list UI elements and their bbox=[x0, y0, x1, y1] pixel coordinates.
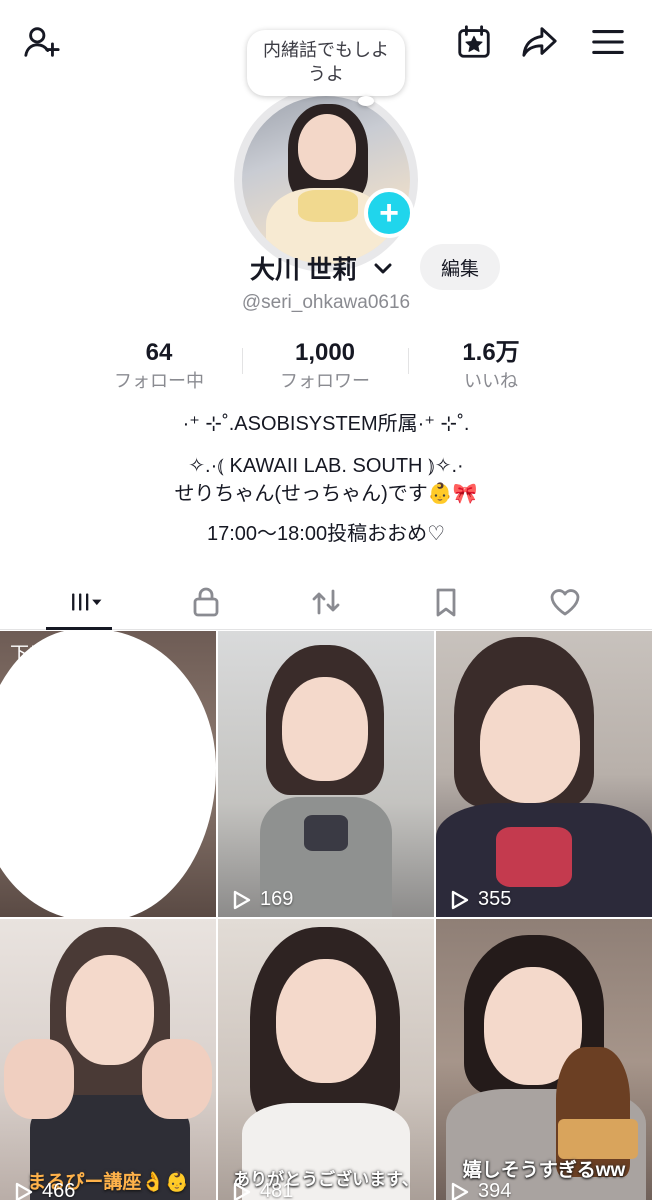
play-icon bbox=[451, 1182, 469, 1200]
view-count: 394 bbox=[448, 1180, 511, 1200]
bio-line-3: せりちゃん(せっちゃん)です👶🎀 bbox=[174, 483, 478, 505]
tab-reposts[interactable] bbox=[296, 580, 356, 624]
stat-followers[interactable]: 1,000 フォロワー bbox=[242, 338, 408, 394]
video-tile[interactable]: 355 bbox=[436, 631, 652, 917]
view-count-value: 355 bbox=[478, 888, 512, 910]
video-tile[interactable]: まるぴー講座👌👶 466 bbox=[0, 919, 216, 1200]
view-count-value: 394 bbox=[478, 1180, 512, 1200]
video-grid: 下書き 169 355 まるぴー講座👌👶 bbox=[0, 631, 652, 1200]
view-count: 481 bbox=[230, 1180, 293, 1200]
note-bubble[interactable]: 内緒話でもしようよ bbox=[247, 30, 405, 96]
bubble-tail bbox=[358, 96, 374, 106]
followers-label: フォロワー bbox=[280, 371, 370, 391]
repost-icon bbox=[312, 589, 340, 615]
play-icon bbox=[233, 1182, 251, 1200]
following-label: フォロー中 bbox=[114, 371, 204, 391]
profile-stats: 64 フォロー中 1,000 フォロワー 1.6万 いいね bbox=[76, 338, 576, 398]
view-count-value: 481 bbox=[260, 1180, 294, 1200]
add-friend-icon[interactable] bbox=[22, 22, 62, 62]
following-count: 64 bbox=[145, 339, 173, 366]
hamburger-menu-icon[interactable] bbox=[588, 22, 628, 62]
video-tile[interactable]: ありがとうございます、 481 bbox=[218, 919, 434, 1200]
heart-icon bbox=[550, 589, 580, 616]
bookmark-icon bbox=[436, 588, 456, 617]
view-count: 169 bbox=[230, 888, 293, 911]
video-caption: 嬉しそうすぎるww bbox=[462, 1160, 626, 1181]
followers-count: 1,000 bbox=[294, 339, 356, 366]
view-count: 355 bbox=[448, 888, 511, 911]
view-count-value: 466 bbox=[42, 1180, 76, 1200]
stat-likes[interactable]: 1.6万 いいね bbox=[408, 338, 574, 394]
name-row: 大川 世莉 編集 bbox=[0, 244, 652, 294]
play-icon bbox=[233, 890, 251, 909]
add-story-plus-icon[interactable]: + bbox=[364, 188, 414, 238]
grid-bars-icon bbox=[72, 593, 102, 611]
redaction-blob bbox=[0, 631, 216, 917]
edit-profile-button[interactable]: 編集 bbox=[420, 244, 500, 290]
share-arrow-icon[interactable] bbox=[520, 22, 560, 62]
bio-line-4: 17:00〜18:00投稿おおめ♡ bbox=[206, 523, 446, 545]
lock-icon bbox=[193, 587, 219, 617]
avatar-photo bbox=[242, 96, 410, 264]
tab-private[interactable] bbox=[176, 580, 236, 624]
video-tile[interactable]: 嬉しそうすぎるww 394 bbox=[436, 919, 652, 1200]
active-tab-indicator bbox=[46, 627, 112, 630]
likes-count: 1.6万 bbox=[462, 339, 520, 366]
view-count-value: 169 bbox=[260, 888, 294, 910]
view-count: 466 bbox=[12, 1180, 75, 1200]
play-icon bbox=[451, 890, 469, 909]
content-tabs bbox=[0, 572, 652, 630]
tab-videos[interactable] bbox=[55, 580, 117, 624]
tab-liked[interactable] bbox=[535, 580, 595, 624]
stat-following[interactable]: 64 フォロー中 bbox=[76, 338, 242, 394]
tab-favorites[interactable] bbox=[416, 580, 476, 624]
bio-line-2: ✧.·⦅ KAWAII LAB. SOUTH ⦆✧.· bbox=[188, 455, 464, 477]
display-name[interactable]: 大川 世莉 bbox=[250, 250, 357, 286]
chevron-down-icon[interactable] bbox=[371, 257, 395, 281]
likes-label: いいね bbox=[464, 371, 518, 391]
username-handle: @seri_ohkawa0616 bbox=[241, 292, 411, 313]
bio-line-1: ·⁺ ⊹˚.ASOBISYSTEM所属·⁺ ⊹˚. bbox=[182, 413, 470, 435]
video-tile-draft[interactable]: 下書き bbox=[0, 631, 216, 917]
calendar-star-icon[interactable] bbox=[454, 22, 494, 62]
video-tile[interactable]: 169 bbox=[218, 631, 434, 917]
play-icon bbox=[15, 1182, 33, 1200]
